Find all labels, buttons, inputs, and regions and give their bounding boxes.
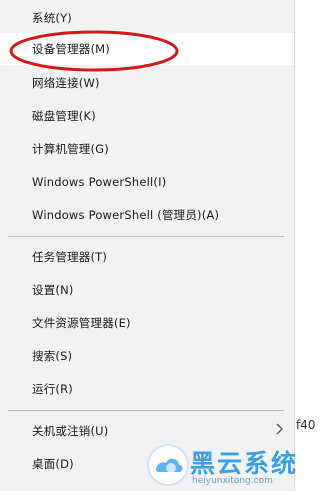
watermark-subtitle: heiyunxitong.com	[192, 476, 273, 486]
menu-item-powershell-admin[interactable]: Windows PowerShell (管理员)(A)	[0, 199, 294, 231]
menu-item-run[interactable]: 运行(R)	[0, 373, 294, 405]
menu-item-label: 设置(N)	[32, 283, 74, 297]
menu-item-powershell[interactable]: Windows PowerShell(I)	[0, 166, 294, 198]
menu-item-system[interactable]: 系统(Y)	[0, 2, 294, 34]
menu-item-disk-management[interactable]: 磁盘管理(K)	[0, 100, 294, 132]
watermark-title: 黑云系统	[190, 449, 299, 478]
menu-item-label: 文件资源管理器(E)	[32, 316, 131, 330]
menu-item-device-manager[interactable]: 设备管理器(M)	[0, 33, 294, 65]
menu-item-label: 桌面(D)	[32, 457, 74, 471]
menu-item-label: Windows PowerShell (管理员)(A)	[32, 208, 220, 222]
menu-item-label: 设备管理器(M)	[32, 42, 110, 56]
chevron-right-icon	[276, 423, 284, 439]
menu-separator	[8, 410, 284, 411]
menu-item-label: 关机或注销(U)	[32, 424, 109, 438]
menu-item-label: 磁盘管理(K)	[32, 109, 96, 123]
menu-item-label: 网络连接(W)	[32, 76, 100, 90]
menu-item-label: 任务管理器(T)	[32, 250, 108, 264]
watermark: 黑云系统 heiyunxitong.com	[146, 443, 306, 487]
menu-item-file-explorer[interactable]: 文件资源管理器(E)	[0, 307, 294, 339]
menu-separator	[8, 236, 284, 237]
menu-item-task-manager[interactable]: 任务管理器(T)	[0, 241, 294, 273]
menu-item-label: 运行(R)	[32, 382, 73, 396]
menu-item-computer-management[interactable]: 计算机管理(G)	[0, 133, 294, 165]
menu-item-settings[interactable]: 设置(N)	[0, 274, 294, 306]
menu-item-label: 计算机管理(G)	[32, 142, 109, 156]
menu-item-label: 搜索(S)	[32, 349, 73, 363]
menu-item-label: Windows PowerShell(I)	[32, 175, 167, 189]
cloud-logo-icon	[147, 444, 189, 486]
menu-item-label: 系统(Y)	[32, 11, 72, 25]
winx-context-menu: 系统(Y) 设备管理器(M) 网络连接(W) 磁盘管理(K) 计算机管理(G) …	[0, 0, 294, 491]
background-partial-text: f40	[296, 418, 316, 432]
menu-item-search[interactable]: 搜索(S)	[0, 340, 294, 372]
menu-item-network-connections[interactable]: 网络连接(W)	[0, 67, 294, 99]
